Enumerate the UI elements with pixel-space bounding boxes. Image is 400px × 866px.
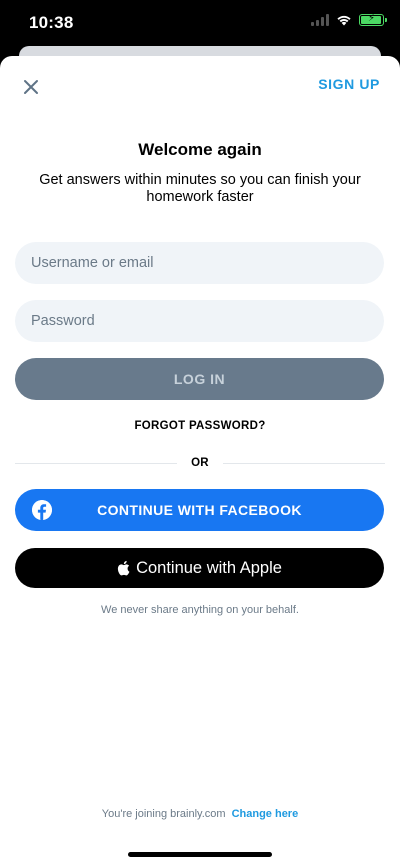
battery-charging-icon: ⚡ [359, 13, 387, 26]
facebook-button[interactable]: CONTINUE WITH FACEBOOK [15, 489, 384, 531]
login-sheet: SIGN UP Welcome again Get answers within… [0, 56, 400, 866]
change-region-link[interactable]: Change here [232, 808, 299, 820]
apple-icon [117, 560, 130, 576]
divider-right [223, 463, 385, 464]
signup-link[interactable]: SIGN UP [318, 76, 380, 92]
status-icons: ⚡ [311, 13, 387, 26]
status-time: 10:38 [29, 13, 74, 32]
page-title: Welcome again [138, 140, 262, 159]
wifi-icon [337, 15, 351, 26]
forgot-password-link[interactable]: FORGOT PASSWORD? [0, 420, 400, 432]
apple-button-label: Continue with Apple [136, 558, 282, 577]
login-button[interactable]: LOG IN [15, 358, 384, 400]
close-button[interactable] [18, 74, 44, 100]
facebook-button-label: CONTINUE WITH FACEBOOK [97, 502, 302, 518]
status-bar: 10:38 ⚡ [0, 0, 400, 46]
signal-icon [311, 14, 329, 26]
close-icon [24, 80, 38, 94]
home-indicator [128, 852, 272, 857]
joining-text: You're joining brainly.com [101, 808, 226, 820]
username-input[interactable] [15, 242, 384, 284]
password-input[interactable] [15, 300, 384, 342]
privacy-disclaimer: We never share anything on your behalf. [101, 604, 299, 616]
apple-button[interactable]: Continue with Apple [15, 548, 384, 588]
page-subtitle: Get answers within minutes so you can fi… [39, 172, 361, 205]
region-footer: You're joining brainly.com Change here [0, 808, 400, 820]
